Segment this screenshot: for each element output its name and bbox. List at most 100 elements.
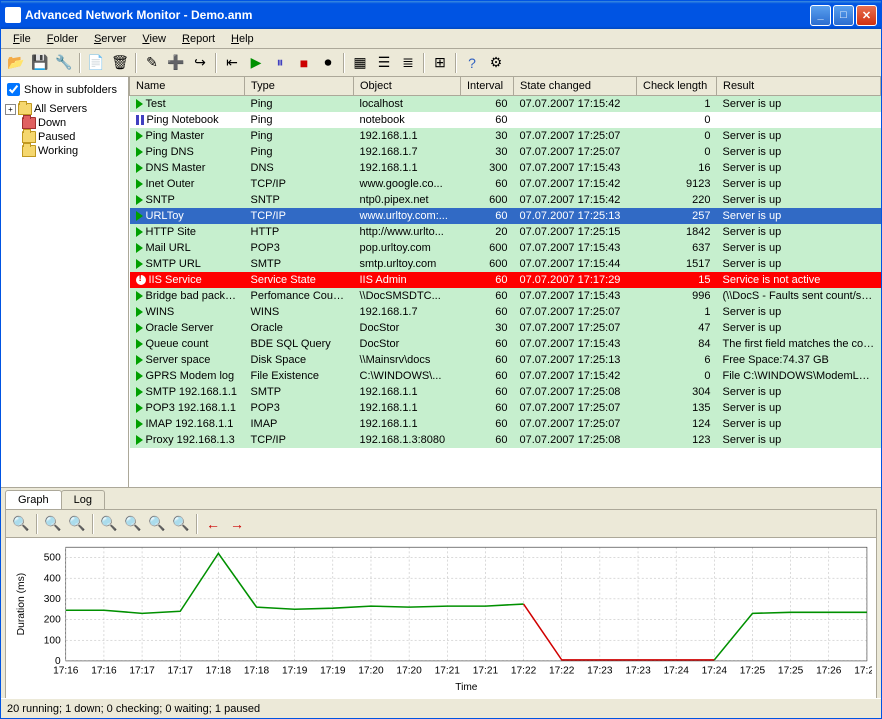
bottom-panel: Graph Log 🔍 🔍 🔍 🔍 🔍 🔍 🔍 ← → 010020030040… [1,488,881,698]
play-icon[interactable]: ▶ [245,52,267,74]
open-icon[interactable]: 📂 [5,52,27,74]
titlebar[interactable]: Advanced Network Monitor - Demo.anm _ □ … [1,1,881,29]
status-icon [136,291,143,301]
status-icon [136,163,143,173]
svg-text:17:26: 17:26 [854,665,872,676]
tree-item-down[interactable]: Down [5,116,124,130]
status-icon [136,323,143,333]
record-icon[interactable]: ⏺ [317,52,339,74]
table-row[interactable]: HTTP SiteHTTPhttp://www.urlto...2007.07.… [130,224,881,240]
prev-icon[interactable]: ⇤ [221,52,243,74]
table-row[interactable]: Ping MasterPing192.168.1.13007.07.2007 1… [130,128,881,144]
column-header[interactable]: Result [717,77,881,96]
column-header[interactable]: Name [130,77,245,96]
delete-icon[interactable]: 🗑 [109,52,131,74]
table-row[interactable]: Proxy 192.168.1.3TCP/IP192.168.1.3:80806… [130,432,881,448]
edit-icon[interactable]: ✎ [141,52,163,74]
view-tiles-icon[interactable]: ▦ [349,52,371,74]
help-icon[interactable]: ? [461,52,483,74]
table-row[interactable]: Queue countBDE SQL QueryDocStor6007.07.2… [130,336,881,352]
stop-icon[interactable]: ■ [293,52,315,74]
show-subfolders-checkbox[interactable]: Show in subfolders [5,81,124,98]
folder-icon [22,117,36,129]
menu-help[interactable]: Help [223,31,262,47]
table-row[interactable]: SNTPSNTPntp0.pipex.net60007.07.2007 17:1… [130,192,881,208]
show-subfolders-input[interactable] [7,83,20,96]
table-row[interactable]: Ping NotebookPingnotebook600 [130,112,881,128]
table-row[interactable]: Inet OuterTCP/IPwww.google.co...6007.07.… [130,176,881,192]
table-row[interactable]: GPRS Modem logFile ExistenceC:\WINDOWS\.… [130,368,881,384]
tab-log[interactable]: Log [61,490,105,509]
app-window: Advanced Network Monitor - Demo.anm _ □ … [0,0,882,719]
menu-report[interactable]: Report [174,31,223,47]
zoom-x-in-icon[interactable]: 🔍 [122,513,144,535]
tree-root[interactable]: + All Servers [5,102,124,116]
zoom-in-icon[interactable]: 🔍 [66,513,88,535]
column-header[interactable]: Interval [461,77,514,96]
svg-text:17:18: 17:18 [244,665,270,676]
table-row[interactable]: URLToyTCP/IPwww.urltoy.com:...6007.07.20… [130,208,881,224]
tree-item-paused[interactable]: Paused [5,130,124,144]
table-row[interactable]: Ping DNSPing192.168.1.73007.07.2007 17:2… [130,144,881,160]
tab-graph[interactable]: Graph [5,490,62,509]
zoom-y-out-icon[interactable]: 🔍 [146,513,168,535]
menu-file[interactable]: File [5,31,39,47]
table-row[interactable]: Server spaceDisk Space\\Mainsrv\docs6007… [130,352,881,368]
server-table[interactable]: NameTypeObjectIntervalState changedCheck… [129,77,881,487]
save-icon[interactable]: 💾 [29,52,51,74]
menu-server[interactable]: Server [86,31,134,47]
status-icon [136,371,143,381]
table-row[interactable]: Oracle ServerOracleDocStor3007.07.2007 1… [130,320,881,336]
scroll-left-icon[interactable]: ← [202,513,224,535]
svg-text:17:20: 17:20 [396,665,422,676]
table-row[interactable]: SMTP URLSMTPsmtp.urltoy.com60007.07.2007… [130,256,881,272]
table-row[interactable]: POP3 192.168.1.1POP3192.168.1.16007.07.2… [130,400,881,416]
column-header[interactable]: Object [354,77,461,96]
svg-text:17:19: 17:19 [320,665,346,676]
view-details-icon[interactable]: ≣ [397,52,419,74]
main-toolbar: 📂 💾 🔧 📄 🗑 ✎ ➕ ↪ ⇤ ▶ ⏸ ■ ⏺ ▦ ☰ ≣ ⊞ ? ⚙ [1,49,881,77]
view-list-icon[interactable]: ☰ [373,52,395,74]
svg-text:300: 300 [44,594,61,605]
table-row[interactable]: WINSWINS192.168.1.76007.07.2007 17:25:07… [130,304,881,320]
table-row[interactable]: TestPinglocalhost6007.07.2007 17:15:421S… [130,96,881,112]
grid-icon[interactable]: ⊞ [429,52,451,74]
zoom-y-in-icon[interactable]: 🔍 [170,513,192,535]
column-header[interactable]: State changed [514,77,637,96]
show-subfolders-label: Show in subfolders [24,84,117,96]
maximize-button[interactable]: □ [833,5,854,26]
export-icon[interactable]: ↪ [189,52,211,74]
menubar: File Folder Server View Report Help [1,29,881,49]
svg-text:17:26: 17:26 [816,665,842,676]
svg-text:400: 400 [44,573,61,584]
expand-icon[interactable]: + [5,104,16,115]
pause-icon[interactable]: ⏸ [269,52,291,74]
status-icon [136,147,143,157]
zoom-x-out-icon[interactable]: 🔍 [98,513,120,535]
tree-label: Paused [38,131,75,143]
chart-toolbar: 🔍 🔍 🔍 🔍 🔍 🔍 🔍 ← → [6,510,876,538]
zoom-icon[interactable]: 🔍 [10,513,32,535]
table-row[interactable]: Mail URLPOP3pop.urltoy.com60007.07.2007 … [130,240,881,256]
table-row[interactable]: DNS MasterDNS192.168.1.130007.07.2007 17… [130,160,881,176]
zoom-out-icon[interactable]: 🔍 [42,513,64,535]
table-row[interactable]: Bridge bad packetsPerfomance Counter\\Do… [130,288,881,304]
column-header[interactable]: Type [245,77,354,96]
minimize-button[interactable]: _ [810,5,831,26]
close-button[interactable]: ✕ [856,5,877,26]
tree-item-working[interactable]: Working [5,144,124,158]
menu-view[interactable]: View [134,31,174,47]
svg-text:17:23: 17:23 [625,665,651,676]
wizard-icon[interactable]: 🔧 [53,52,75,74]
svg-text:200: 200 [44,615,61,626]
column-header[interactable]: Check length [637,77,717,96]
scroll-right-icon[interactable]: → [226,513,248,535]
table-row[interactable]: SMTP 192.168.1.1SMTP192.168.1.16007.07.2… [130,384,881,400]
table-row[interactable]: IMAP 192.168.1.1IMAP192.168.1.16007.07.2… [130,416,881,432]
menu-folder[interactable]: Folder [39,31,86,47]
table-row[interactable]: IIS ServiceService StateIIS Admin6007.07… [130,272,881,288]
add-server-icon[interactable]: ➕ [165,52,187,74]
new-doc-icon[interactable]: 📄 [85,52,107,74]
app-icon [5,7,21,23]
settings-icon[interactable]: ⚙ [485,52,507,74]
